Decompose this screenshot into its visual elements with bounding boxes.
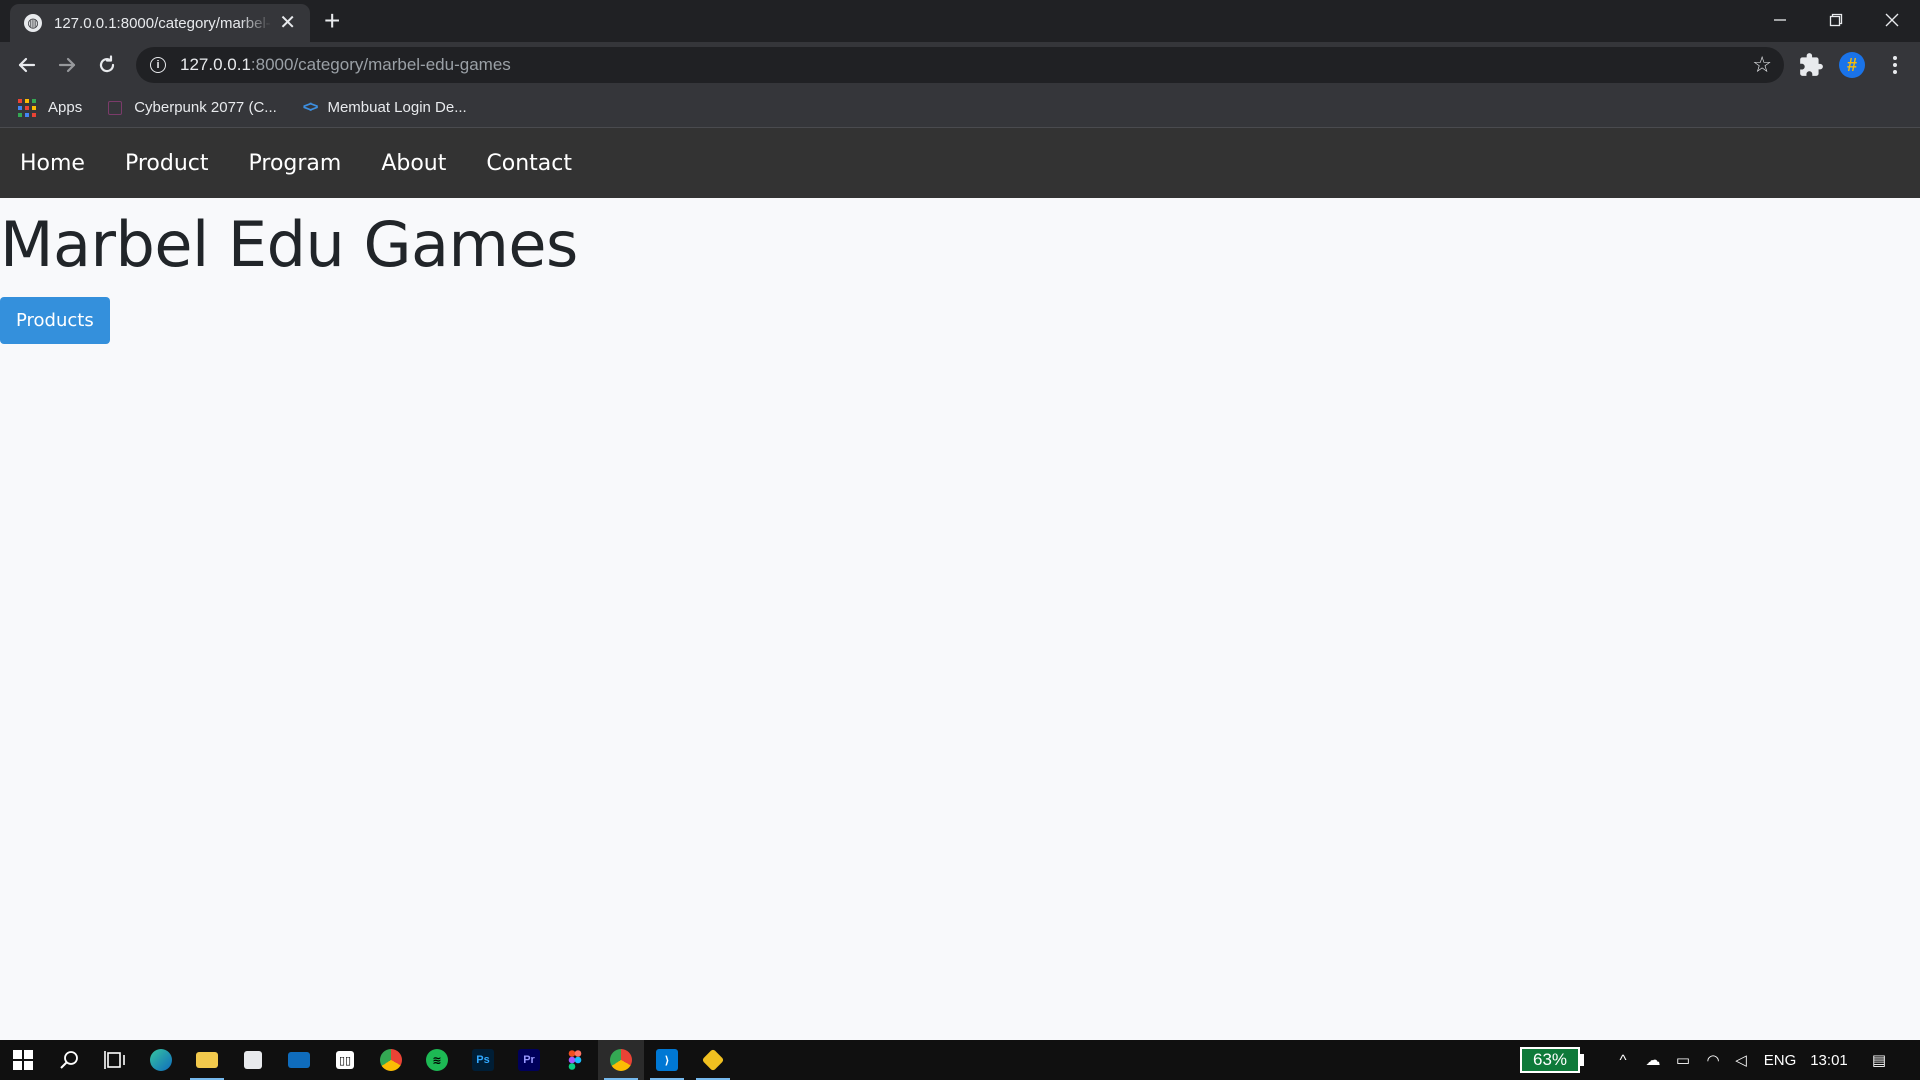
- mail-icon: [288, 1052, 310, 1068]
- start-button[interactable]: [0, 1040, 46, 1080]
- site-navbar: Home Product Program About Contact: [0, 128, 1920, 198]
- tab-title: 127.0.0.1:8000/category/marbel-edu-games: [54, 14, 272, 32]
- bookmark-label: Apps: [48, 99, 83, 116]
- app-icon: ▯▯: [336, 1051, 354, 1069]
- page-title: Marbel Edu Games: [0, 208, 578, 281]
- chrome-app[interactable]: [368, 1040, 414, 1080]
- arrow-left-icon: [18, 57, 36, 73]
- battery-indicator[interactable]: 63%: [1520, 1047, 1580, 1073]
- profile-avatar-icon[interactable]: #: [1839, 52, 1865, 78]
- windows-taskbar: ▯▯ ≋ Ps Pr ⟩ 63% ^ ☁ ▭ ◠ ◁ ENG 13:01 ▤: [0, 1040, 1920, 1080]
- task-view-icon: [104, 1051, 125, 1069]
- apps-grid-icon: [18, 98, 36, 117]
- notification-icon[interactable]: ▤: [1864, 1040, 1894, 1080]
- minimize-icon: [1774, 19, 1786, 21]
- browser-toolbar: i 127.0.0.1:8000/category/marbel-edu-gam…: [0, 42, 1920, 88]
- photoshop-icon: Ps: [472, 1049, 494, 1071]
- code-favicon: <>: [302, 98, 319, 116]
- bookmark-cyberpunk[interactable]: Cyberpunk 2077 (C...: [108, 99, 277, 116]
- git-icon: [701, 1048, 725, 1072]
- taskbar-app[interactable]: ▯▯: [322, 1040, 368, 1080]
- bookmark-label: Membuat Login De...: [327, 99, 467, 116]
- cloud-icon[interactable]: ☁: [1640, 1040, 1666, 1080]
- battery-nub: [1580, 1054, 1584, 1066]
- url-path: :8000/category/marbel-edu-games: [250, 55, 511, 74]
- reload-button[interactable]: [93, 51, 121, 79]
- info-icon[interactable]: i: [150, 57, 166, 73]
- edge-app[interactable]: [138, 1040, 184, 1080]
- language-indicator[interactable]: ENG: [1760, 1040, 1800, 1080]
- file-explorer-app[interactable]: [184, 1040, 230, 1080]
- git-app[interactable]: [690, 1040, 736, 1080]
- browser-tab[interactable]: ◍ 127.0.0.1:8000/category/marbel-edu-gam…: [10, 4, 310, 42]
- extensions-puzzle-icon[interactable]: [1798, 52, 1824, 78]
- figma-app[interactable]: [552, 1040, 598, 1080]
- restore-icon: [1829, 13, 1843, 27]
- tab-close-icon[interactable]: ✕: [279, 13, 296, 33]
- chrome-active-icon: [610, 1049, 632, 1071]
- forward-button[interactable]: [53, 51, 81, 79]
- wifi-icon[interactable]: ◠: [1700, 1040, 1726, 1080]
- products-button[interactable]: Products: [0, 297, 110, 344]
- back-button[interactable]: [13, 51, 41, 79]
- store-icon: [244, 1051, 262, 1069]
- globe-icon: ◍: [24, 14, 42, 32]
- start-icon: [13, 1050, 33, 1070]
- search-button[interactable]: [46, 1040, 92, 1080]
- spotify-app[interactable]: ≋: [414, 1040, 460, 1080]
- vscode-icon: ⟩: [656, 1049, 678, 1071]
- nav-link-product[interactable]: Product: [125, 151, 209, 176]
- reload-icon: [99, 55, 115, 73]
- close-icon: [1885, 13, 1899, 27]
- url-host: 127.0.0.1: [180, 55, 251, 74]
- photoshop-app[interactable]: Ps: [460, 1040, 506, 1080]
- chevron-up-icon[interactable]: ^: [1610, 1040, 1636, 1080]
- minimize-button[interactable]: [1752, 0, 1808, 40]
- arrow-right-icon: [58, 57, 76, 73]
- bookmarks-bar: Apps Cyberpunk 2077 (C... <> Membuat Log…: [0, 88, 1920, 128]
- store-app[interactable]: [230, 1040, 276, 1080]
- bookmark-membuat-login[interactable]: <> Membuat Login De...: [303, 99, 467, 117]
- cyberpunk-favicon: [108, 100, 123, 115]
- more-menu-icon[interactable]: [1882, 52, 1908, 78]
- volume-icon[interactable]: ◁: [1728, 1040, 1754, 1080]
- premiere-icon: Pr: [518, 1049, 540, 1071]
- vscode-app[interactable]: ⟩: [644, 1040, 690, 1080]
- nav-link-home[interactable]: Home: [20, 151, 85, 176]
- nav-link-contact[interactable]: Contact: [486, 151, 572, 176]
- bookmark-apps[interactable]: Apps: [18, 98, 83, 117]
- browser-titlebar: ◍ 127.0.0.1:8000/category/marbel-edu-gam…: [0, 0, 1920, 42]
- close-window-button[interactable]: [1864, 0, 1920, 40]
- chrome-active-app[interactable]: [598, 1040, 644, 1080]
- mail-app[interactable]: [276, 1040, 322, 1080]
- edge-icon: [150, 1049, 172, 1071]
- nav-link-about[interactable]: About: [381, 151, 446, 176]
- task-view-button[interactable]: [92, 1040, 138, 1080]
- chrome-icon: [380, 1049, 402, 1071]
- battery-icon[interactable]: ▭: [1670, 1040, 1696, 1080]
- file-explorer-icon: [196, 1052, 218, 1068]
- restore-button[interactable]: [1808, 0, 1864, 40]
- spotify-icon: ≋: [426, 1049, 448, 1071]
- search-icon: [60, 1051, 78, 1069]
- address-bar[interactable]: i 127.0.0.1:8000/category/marbel-edu-gam…: [136, 47, 1784, 83]
- bookmark-label: Cyberpunk 2077 (C...: [134, 99, 277, 116]
- new-tab-button[interactable]: +: [324, 6, 340, 36]
- star-icon[interactable]: ☆: [1752, 53, 1772, 77]
- clock[interactable]: 13:01: [1806, 1040, 1852, 1080]
- premiere-app[interactable]: Pr: [506, 1040, 552, 1080]
- nav-link-program[interactable]: Program: [249, 151, 342, 176]
- figma-icon: [568, 1050, 582, 1070]
